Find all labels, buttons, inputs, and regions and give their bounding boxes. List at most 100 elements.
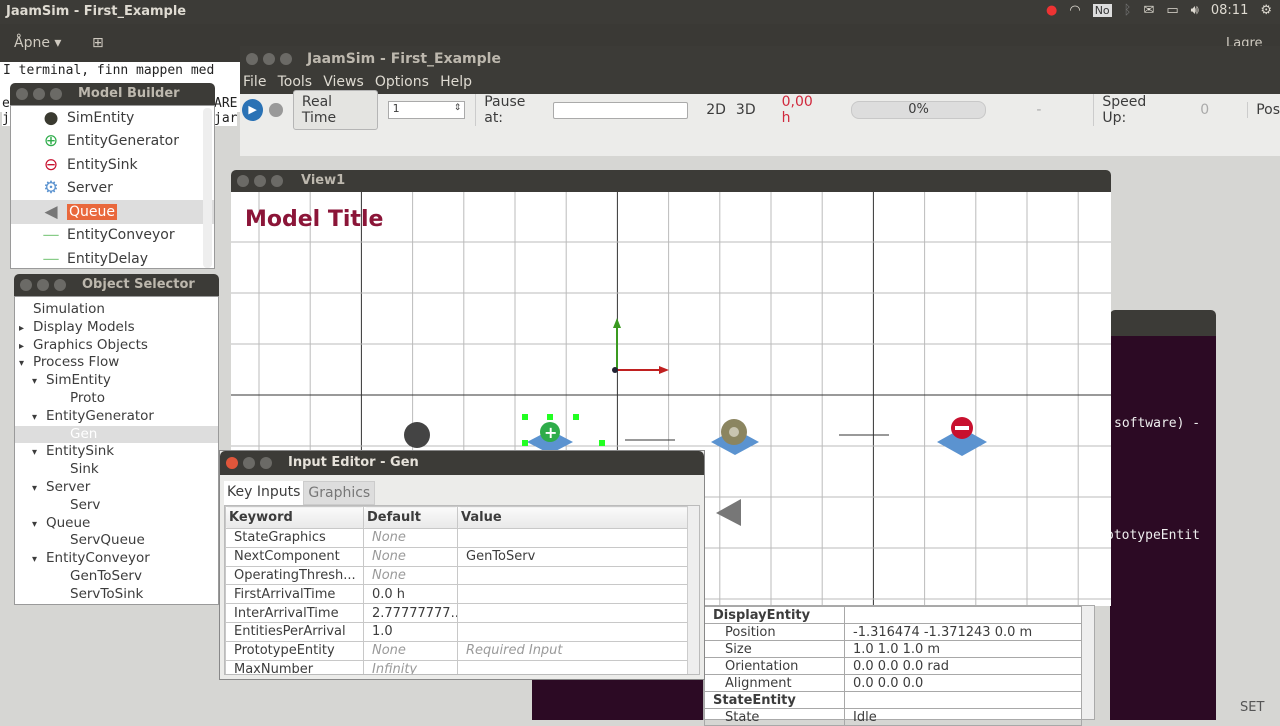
tree-node[interactable]: Sink xyxy=(15,461,218,479)
model-builder-item[interactable]: ◀ Queue xyxy=(11,200,214,224)
minimize-icon[interactable] xyxy=(243,457,255,469)
close-icon[interactable] xyxy=(16,88,28,100)
pause-at-input[interactable] xyxy=(552,101,689,119)
input-table-scrollbar[interactable] xyxy=(687,506,699,674)
maximize-icon[interactable] xyxy=(260,457,272,469)
model-builder-item[interactable]: ⊖ EntitySink xyxy=(11,153,214,177)
table-row[interactable]: NextComponent None GenToServ xyxy=(225,546,691,567)
keyboard-indicator[interactable]: No xyxy=(1092,4,1112,17)
tree-node[interactable]: ▾ EntitySink xyxy=(15,443,218,461)
volume-icon[interactable]: 🔊︎ xyxy=(1191,3,1199,18)
property-row[interactable]: Size 1.0 1.0 1.0 m xyxy=(704,640,1082,658)
table-row[interactable]: FirstArrivalTime 0.0 h xyxy=(225,584,691,605)
collapse-arrow-icon[interactable]: ▾ xyxy=(32,516,46,534)
view-2d-button[interactable]: 2D xyxy=(706,102,726,118)
real-time-toggle[interactable]: Real Time xyxy=(292,90,378,130)
gen-entity-generator[interactable]: + xyxy=(522,414,605,454)
tree-node[interactable]: GenToServ xyxy=(15,568,218,586)
column-header-value[interactable]: Value xyxy=(457,506,691,529)
play-button[interactable]: ▶ xyxy=(242,99,264,121)
tree-node[interactable]: ▾ EntityConveyor xyxy=(15,550,218,568)
close-icon[interactable] xyxy=(237,175,249,187)
value-cell[interactable] xyxy=(457,528,691,548)
property-row[interactable]: State Idle xyxy=(704,708,1082,726)
table-row[interactable]: InterArrivalTime 2.77777777... xyxy=(225,603,691,623)
minimize-icon[interactable] xyxy=(254,175,266,187)
menu-options[interactable]: Options xyxy=(375,74,429,90)
proto-simentity[interactable] xyxy=(404,422,430,448)
minimize-icon[interactable] xyxy=(263,53,275,65)
tree-node[interactable]: ▾ SimEntity xyxy=(15,372,218,390)
table-row[interactable]: OperatingThresh... None xyxy=(225,565,691,586)
tree-node[interactable]: ServToSink xyxy=(15,586,218,604)
tree-node[interactable]: ▾ Server xyxy=(15,479,218,497)
value-cell[interactable] xyxy=(457,603,691,623)
sink-entity-sink[interactable] xyxy=(937,417,987,456)
table-row[interactable]: MaxNumber Infinity xyxy=(225,659,691,674)
serv-server[interactable] xyxy=(711,419,759,455)
tree-node[interactable]: ▾ Process Flow xyxy=(15,354,218,372)
collapse-arrow-icon[interactable]: ▾ xyxy=(32,409,46,427)
property-row[interactable]: Orientation 0.0 0.0 0.0 rad xyxy=(704,657,1082,675)
value-cell[interactable]: Required Input xyxy=(457,640,691,661)
new-document-icon[interactable]: ⊞ xyxy=(92,35,104,51)
bluetooth-icon[interactable]: ᛒ xyxy=(1124,3,1132,18)
value-cell[interactable] xyxy=(457,621,691,642)
tree-node[interactable]: Proto xyxy=(15,390,218,408)
mail-icon[interactable]: ✉ xyxy=(1143,3,1154,18)
tree-node[interactable]: ▸ Graphics Objects xyxy=(15,337,218,355)
speed-spinner[interactable]: 1 ⇕ xyxy=(387,101,466,119)
collapse-arrow-icon[interactable]: ▾ xyxy=(32,551,46,569)
value-cell[interactable]: GenToServ xyxy=(457,546,691,567)
maximize-icon[interactable] xyxy=(50,88,62,100)
model-title[interactable]: Model Title xyxy=(245,207,383,232)
value-cell[interactable] xyxy=(457,659,691,674)
table-row[interactable]: StateGraphics None xyxy=(225,528,691,548)
property-row[interactable]: StateEntity xyxy=(704,691,1082,709)
menu-help[interactable]: Help xyxy=(440,74,472,90)
column-header-keyword[interactable]: Keyword xyxy=(225,506,364,529)
expand-arrow-icon[interactable]: ▸ xyxy=(19,338,33,356)
tree-node[interactable]: ServQueue xyxy=(15,532,218,550)
recording-icon[interactable]: ● xyxy=(1046,3,1057,18)
open-button[interactable]: Åpne ▾ xyxy=(14,35,61,51)
tree-node[interactable]: ▾ EntityGenerator xyxy=(15,408,218,426)
property-scrollbar[interactable] xyxy=(1082,606,1094,719)
battery-icon[interactable]: ▭ xyxy=(1166,3,1178,18)
close-icon[interactable] xyxy=(20,279,32,291)
collapse-arrow-icon[interactable]: ▾ xyxy=(32,444,46,462)
wifi-icon[interactable]: ◠ xyxy=(1069,3,1080,18)
minimize-icon[interactable] xyxy=(37,279,49,291)
close-icon[interactable] xyxy=(226,457,238,469)
tree-node[interactable]: ▸ Display Models xyxy=(15,319,218,337)
maximize-icon[interactable] xyxy=(271,175,283,187)
model-builder-item[interactable]: — EntityDelay xyxy=(11,247,214,268)
tab-graphics[interactable]: Graphics xyxy=(303,481,376,505)
column-header-default[interactable]: Default xyxy=(363,506,458,529)
collapse-arrow-icon[interactable]: ▾ xyxy=(19,355,33,373)
model-builder-item[interactable]: — EntityConveyor xyxy=(11,224,214,248)
table-row[interactable]: PrototypeEntity None Required Input xyxy=(225,640,691,661)
model-builder-item[interactable]: ● SimEntity xyxy=(11,106,214,130)
expand-arrow-icon[interactable]: ▸ xyxy=(19,320,33,338)
tree-node[interactable]: Gen xyxy=(15,425,218,444)
maximize-icon[interactable] xyxy=(280,53,292,65)
clock[interactable]: 08:11 xyxy=(1211,3,1248,18)
menu-tools[interactable]: Tools xyxy=(278,74,313,90)
tree-node[interactable]: ▾ Queue xyxy=(15,515,218,533)
tree-node[interactable]: Serv xyxy=(15,497,218,515)
model-builder-item[interactable]: ⚙ Server xyxy=(11,177,214,201)
maximize-icon[interactable] xyxy=(54,279,66,291)
tree-node[interactable]: Simulation xyxy=(15,301,218,319)
view-3d-button[interactable]: 3D xyxy=(736,102,756,118)
model-builder-scrollbar[interactable] xyxy=(203,108,212,268)
close-icon[interactable] xyxy=(246,53,258,65)
table-row[interactable]: EntitiesPerArrival 1.0 xyxy=(225,621,691,642)
stop-button[interactable] xyxy=(269,103,283,117)
property-row[interactable]: Position -1.316474 -1.371243 0.0 m xyxy=(704,623,1082,641)
collapse-arrow-icon[interactable]: ▾ xyxy=(32,373,46,391)
minimize-icon[interactable] xyxy=(33,88,45,100)
value-cell[interactable] xyxy=(457,584,691,605)
power-gear-icon[interactable]: ⚙ xyxy=(1260,3,1272,18)
property-row[interactable]: Alignment 0.0 0.0 0.0 xyxy=(704,674,1082,692)
